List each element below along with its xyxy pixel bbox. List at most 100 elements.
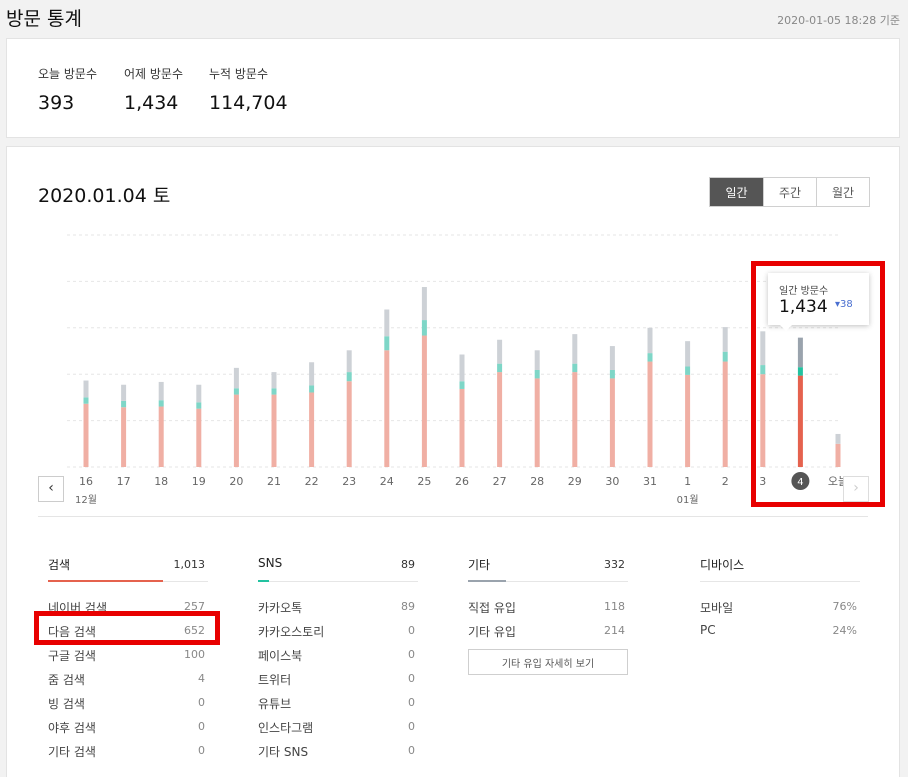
other-detail-button[interactable]: 기타 유입 자세히 보기 — [468, 649, 628, 675]
chart-bar-search — [233, 394, 239, 467]
chart-bar-sns — [760, 365, 766, 375]
stat-row-value: 0 — [408, 720, 415, 733]
stats-other: 기타 332 직접 유입 118 기타 유입 214 기타 유입 자세히 보기 — [468, 552, 628, 675]
chart-bar-other — [572, 334, 578, 364]
chart-bar-sns — [572, 363, 578, 373]
stat-row-value: 0 — [198, 744, 205, 757]
stat-row-value: 0 — [408, 696, 415, 709]
chart-tick-label: 20 — [229, 475, 243, 488]
stat-row-label: 야후 검색 — [48, 721, 96, 735]
stat-row-label: 네이버 검색 — [48, 601, 108, 615]
chart-bar-search — [158, 406, 164, 467]
chart-bar-search — [647, 361, 653, 467]
visits-chart: 16 17 18 19 20 21 22 23 24 25 26 27 28 29 30 31 1 2 3 4 오늘12… — [67, 234, 848, 506]
chart-bar-search — [346, 381, 352, 467]
chart-bar-sns — [158, 400, 164, 407]
chart-tick-label: 4 — [797, 477, 803, 488]
stat-row-value: 76% — [832, 600, 857, 613]
stat-row-label: 유튜브 — [258, 697, 292, 711]
chart-month-label: 01월 — [677, 494, 699, 506]
chart-tick-label: 21 — [267, 475, 281, 488]
chart-bar-search — [685, 374, 691, 467]
stat-row: 줌 검색 4 — [48, 667, 208, 691]
summary-yesterday-label: 어제 방문수 — [124, 67, 184, 81]
stat-row: 카카오스토리 0 — [258, 619, 418, 643]
stats-other-bar — [468, 580, 507, 582]
stats-search-bar — [48, 580, 164, 582]
chart-divider — [38, 516, 868, 517]
stat-row-label: 카카오톡 — [258, 601, 303, 615]
stat-row: 직접 유입 118 — [468, 595, 628, 619]
chart-bar-other — [271, 372, 277, 389]
chart-bar-sns — [797, 367, 803, 376]
chart-tick-label: 18 — [154, 475, 168, 488]
chart-bar-other — [121, 384, 127, 401]
chart-tick-label: 28 — [530, 475, 544, 488]
stats-sns-list: 카카오톡 89 카카오스토리 0 페이스북 0 트위터 0 유튜브 0 인스타그램 0 기타 SNS 0 — [258, 595, 418, 763]
stat-row-value: 0 — [408, 744, 415, 757]
stat-row-value: 89 — [401, 600, 415, 613]
stat-row: PC 24% — [700, 619, 860, 643]
chart-bar-sns — [384, 336, 390, 351]
stat-row-value: 0 — [408, 672, 415, 685]
stat-row-value: 118 — [604, 600, 625, 613]
stat-row: 카카오톡 89 — [258, 595, 418, 619]
chart-bar-other — [196, 384, 202, 403]
chart-bar-other — [497, 339, 503, 364]
chart-bar-sns — [271, 388, 277, 395]
chart-bar-search — [797, 375, 803, 467]
stat-row: 인스타그램 0 — [258, 715, 418, 739]
chart-bar-other — [158, 381, 164, 401]
chart-bar-sns — [647, 353, 653, 362]
stat-row-label: 기타 유입 — [468, 625, 516, 639]
chart-bar-other — [459, 354, 465, 382]
chart-bar-other — [722, 327, 728, 352]
stats-device-header: 디바이스 — [700, 552, 860, 582]
chevron-left-icon: ‹ — [48, 480, 54, 496]
stat-row: 모바일 76% — [700, 595, 860, 619]
stat-row-label: 페이스북 — [258, 649, 303, 663]
chart-bar-other — [421, 287, 427, 321]
stat-row-value: 4 — [198, 672, 205, 685]
stat-row: 야후 검색 0 — [48, 715, 208, 739]
stats-sns-bar — [258, 580, 270, 582]
chart-tick-label: 23 — [342, 475, 356, 488]
chart-bar-search — [271, 394, 277, 467]
stat-row: 페이스북 0 — [258, 643, 418, 667]
stats-device-list: 모바일 76% PC 24% — [700, 595, 860, 643]
stat-row: 기타 SNS 0 — [258, 739, 418, 763]
chart-bar-other — [83, 380, 89, 398]
chart-next-button[interactable]: › — [843, 476, 869, 502]
chart-bar-other — [534, 350, 540, 370]
chart-tick-label: 2 — [722, 475, 729, 488]
stats-search: 검색 1,013 네이버 검색 257 다음 검색 652 구글 검색 100 줌 검색 4 빙… — [48, 552, 208, 763]
chart-bar-sns — [309, 385, 315, 393]
chart-bar-sns — [421, 320, 427, 336]
chart-bar-other — [835, 433, 841, 444]
summary-card: 오늘 방문수 393 어제 방문수 1,434 누적 방문수 114,704 — [6, 38, 900, 138]
stat-row-value: 0 — [198, 696, 205, 709]
chart-bar-search — [421, 335, 427, 467]
chart-bar-sns — [609, 369, 615, 379]
stat-row: 빙 검색 0 — [48, 691, 208, 715]
chart-bar-other — [685, 341, 691, 367]
chart-bar-other — [647, 327, 653, 354]
chart-bar-sns — [459, 381, 465, 389]
chart-bar-search — [83, 403, 89, 467]
stat-row: 유튜브 0 — [258, 691, 418, 715]
stats-other-list: 직접 유입 118 기타 유입 214 — [468, 595, 628, 643]
stats-sns-header: SNS 89 — [258, 552, 418, 582]
stat-row: 네이버 검색 257 — [48, 595, 208, 619]
tooltip-delta: ▾38 — [835, 299, 853, 310]
chart-bar-search — [722, 361, 728, 467]
chart-prev-button[interactable]: ‹ — [38, 476, 64, 502]
chart-bar-search — [835, 443, 841, 467]
stat-row-value: 214 — [604, 624, 625, 637]
stat-row-label: 다음 검색 — [48, 625, 96, 639]
timestamp: 2020-01-05 18:28 기준 — [777, 14, 900, 27]
chart-bar-other — [384, 309, 390, 337]
chart-bar-search — [760, 374, 766, 467]
chart-bar-other — [346, 350, 352, 373]
summary-today-label: 오늘 방문수 — [38, 67, 98, 81]
stat-row-value: 257 — [184, 600, 205, 613]
